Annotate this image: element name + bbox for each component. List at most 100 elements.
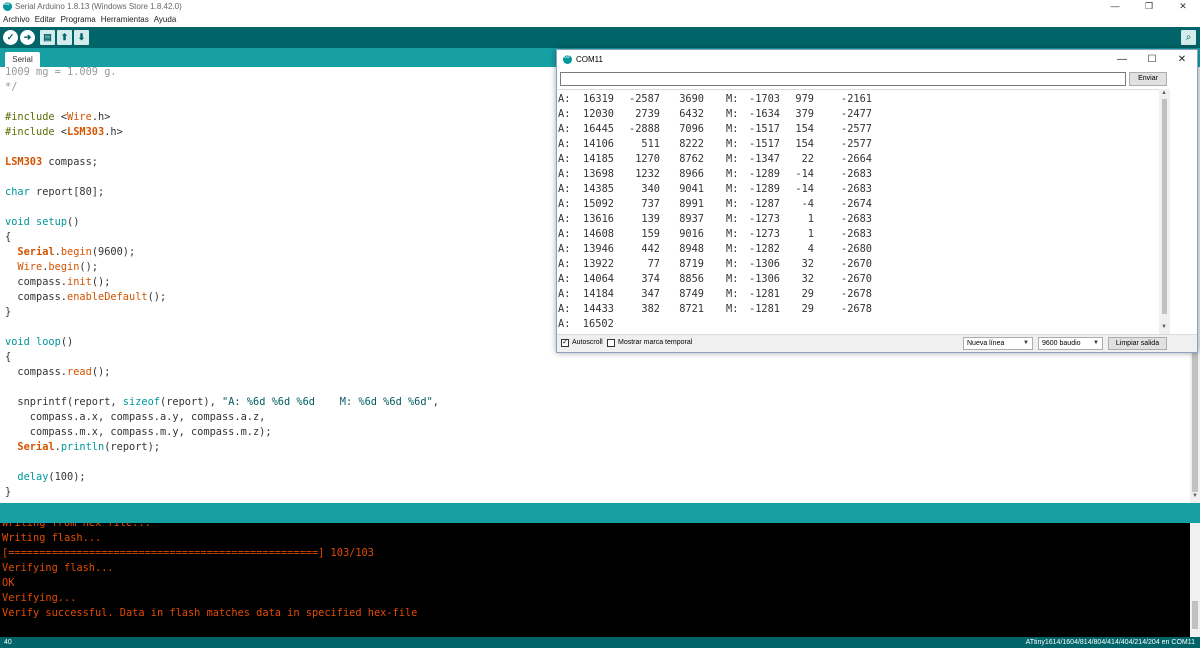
code-token: (report); [104, 441, 161, 453]
code-token: { [5, 231, 12, 243]
code-token: () [67, 216, 80, 228]
code-token: compass.a.x, compass.a.y, compass.a.z, [5, 411, 266, 423]
code-token: */ [5, 81, 18, 93]
code-line: compass.init(); [5, 275, 110, 290]
serial-value: 6432 [679, 108, 704, 120]
console-line: Verifying flash... [2, 562, 114, 574]
code-token: void [5, 216, 30, 228]
new-sketch-button[interactable]: ▤ [40, 30, 55, 45]
serial-partial-line: A: 16502 [558, 317, 1158, 332]
save-sketch-button[interactable]: ⬇ [74, 30, 89, 45]
code-line: Serial.println(report); [5, 440, 160, 455]
menu-programa[interactable]: Programa [58, 14, 98, 27]
code-token: report[80]; [29, 186, 105, 198]
code-line: Wire.begin(); [5, 260, 98, 275]
scroll-down-icon[interactable]: ▼ [1161, 324, 1167, 330]
toolbar: ✓ ➜ ▤ ⬆ ⬇ ⌕ [0, 27, 1200, 48]
code-line: char report[80]; [5, 185, 104, 200]
code-token: delay [17, 471, 49, 483]
line-ending-select[interactable]: Nueva línea ▼ [963, 337, 1033, 350]
minimize-icon[interactable]: — [1098, 0, 1132, 14]
serial-value: 4 [807, 243, 814, 255]
serial-value: 32 [801, 258, 814, 270]
code-line: Serial.begin(9600); [5, 245, 135, 260]
tab-serial[interactable]: Serial [5, 52, 40, 67]
serial-value: -2678 [841, 303, 872, 315]
menu-herramientas[interactable]: Herramientas [98, 14, 151, 27]
console-scrollbar[interactable] [1190, 523, 1200, 637]
code-token: (); [79, 261, 99, 273]
close-icon[interactable]: ✕ [1166, 0, 1200, 14]
verify-button[interactable]: ✓ [3, 30, 18, 45]
serial-value: 154 [795, 123, 814, 135]
scroll-down-icon[interactable]: ▼ [1192, 493, 1198, 499]
code-line: { [5, 230, 11, 245]
baud-rate-select[interactable]: 9600 baudio ▼ [1038, 337, 1103, 350]
open-sketch-button[interactable]: ⬆ [57, 30, 72, 45]
serial-monitor-button[interactable]: ⌕ [1181, 30, 1196, 45]
maximize-icon[interactable]: ☐ [1137, 50, 1167, 70]
serial-value: 8762 [679, 153, 704, 165]
serial-value: 8222 [679, 138, 704, 150]
serial-line: A: M: 15092 737 8991 -1287 -4 -2674 [558, 197, 1158, 212]
code-token: compass; [42, 156, 98, 168]
serial-scroll-thumb[interactable] [1162, 99, 1167, 314]
serial-line: A: M: 13922 77 8719 -1306 32 -2670 [558, 257, 1158, 272]
serial-value: 1 [807, 228, 814, 240]
code-line: { [5, 350, 11, 365]
code-token: compass.m.x, compass.m.y, compass.m.z); [5, 426, 272, 438]
code-token: { [5, 351, 12, 363]
menu-bar: Archivo Editar Programa Herramientas Ayu… [0, 14, 1200, 27]
console-scroll-thumb[interactable] [1192, 601, 1198, 629]
code-token: (); [91, 276, 111, 288]
serial-line: A: M: 14385 340 9041 -1289 -14 -2683 [558, 182, 1158, 197]
serial-value: 8966 [679, 168, 704, 180]
timestamp-checkbox[interactable] [607, 339, 615, 347]
board-port-info: ATtiny1614/1604/814/804/414/404/214/204 … [1025, 639, 1195, 646]
serial-value: -2683 [841, 228, 872, 240]
code-line: 1009 mg = 1.009 g. [5, 67, 117, 80]
minimize-icon[interactable]: — [1107, 50, 1137, 70]
editor-console-divider[interactable] [0, 503, 1200, 523]
serial-monitor-window: COM11 — ☐ ✕ Enviar A:M:16319-25873690-17… [556, 49, 1198, 353]
serial-window-controls: — ☐ ✕ [1107, 50, 1197, 70]
send-button[interactable]: Enviar [1129, 72, 1167, 86]
code-token: #include [5, 111, 61, 123]
code-token: () [60, 336, 74, 348]
code-token: #include [5, 126, 61, 138]
serial-value: 22 [801, 153, 814, 165]
console-line: Verifying... [2, 592, 77, 604]
scroll-up-icon[interactable]: ▲ [1161, 90, 1167, 96]
code-token: (); [147, 291, 167, 303]
serial-output-scrollbar[interactable]: ▲ ▼ [1159, 89, 1170, 334]
close-icon[interactable]: ✕ [1167, 50, 1197, 70]
code-token: init [67, 276, 92, 288]
line-ending-value: Nueva línea [967, 340, 1005, 347]
code-token: LSM303 [5, 156, 43, 168]
maximize-icon[interactable]: ❐ [1132, 0, 1166, 14]
console-line: OK [2, 577, 15, 589]
menu-ayuda[interactable]: Ayuda [151, 14, 179, 27]
code-token: Wire [17, 261, 43, 273]
code-token: .h> [91, 111, 111, 123]
upload-button[interactable]: ➜ [20, 30, 35, 45]
clear-output-button[interactable]: Limpiar salida [1108, 337, 1167, 350]
serial-output: A: M: 16319 -2587 3690 -1703 979 -2161 A: M: 12030… [558, 89, 1159, 334]
autoscroll-checkbox[interactable]: ✓ [561, 339, 569, 347]
serial-line: A: M: 14608 159 9016 -1273 1 -2683 [558, 227, 1158, 242]
serial-value: -2678 [841, 288, 872, 300]
serial-send-input[interactable] [560, 72, 1126, 86]
menu-editar[interactable]: Editar [32, 14, 58, 27]
autoscroll-label: Autoscroll [572, 339, 603, 346]
code-token: Wire [67, 111, 92, 123]
chevron-down-icon: ▼ [1023, 340, 1029, 346]
serial-value: 1 [807, 213, 814, 225]
code-line: */ [5, 80, 17, 95]
code-line: compass.a.x, compass.a.y, compass.a.z, [5, 410, 266, 425]
serial-value: 29 [801, 288, 814, 300]
menu-archivo[interactable]: Archivo [0, 14, 32, 27]
serial-line: A: M: 14106 511 8222 -1517 154 -2577 [558, 137, 1158, 152]
code-line: delay(100); [5, 470, 85, 485]
output-console: Writing from hex file... Writing flash...… [0, 523, 1190, 637]
